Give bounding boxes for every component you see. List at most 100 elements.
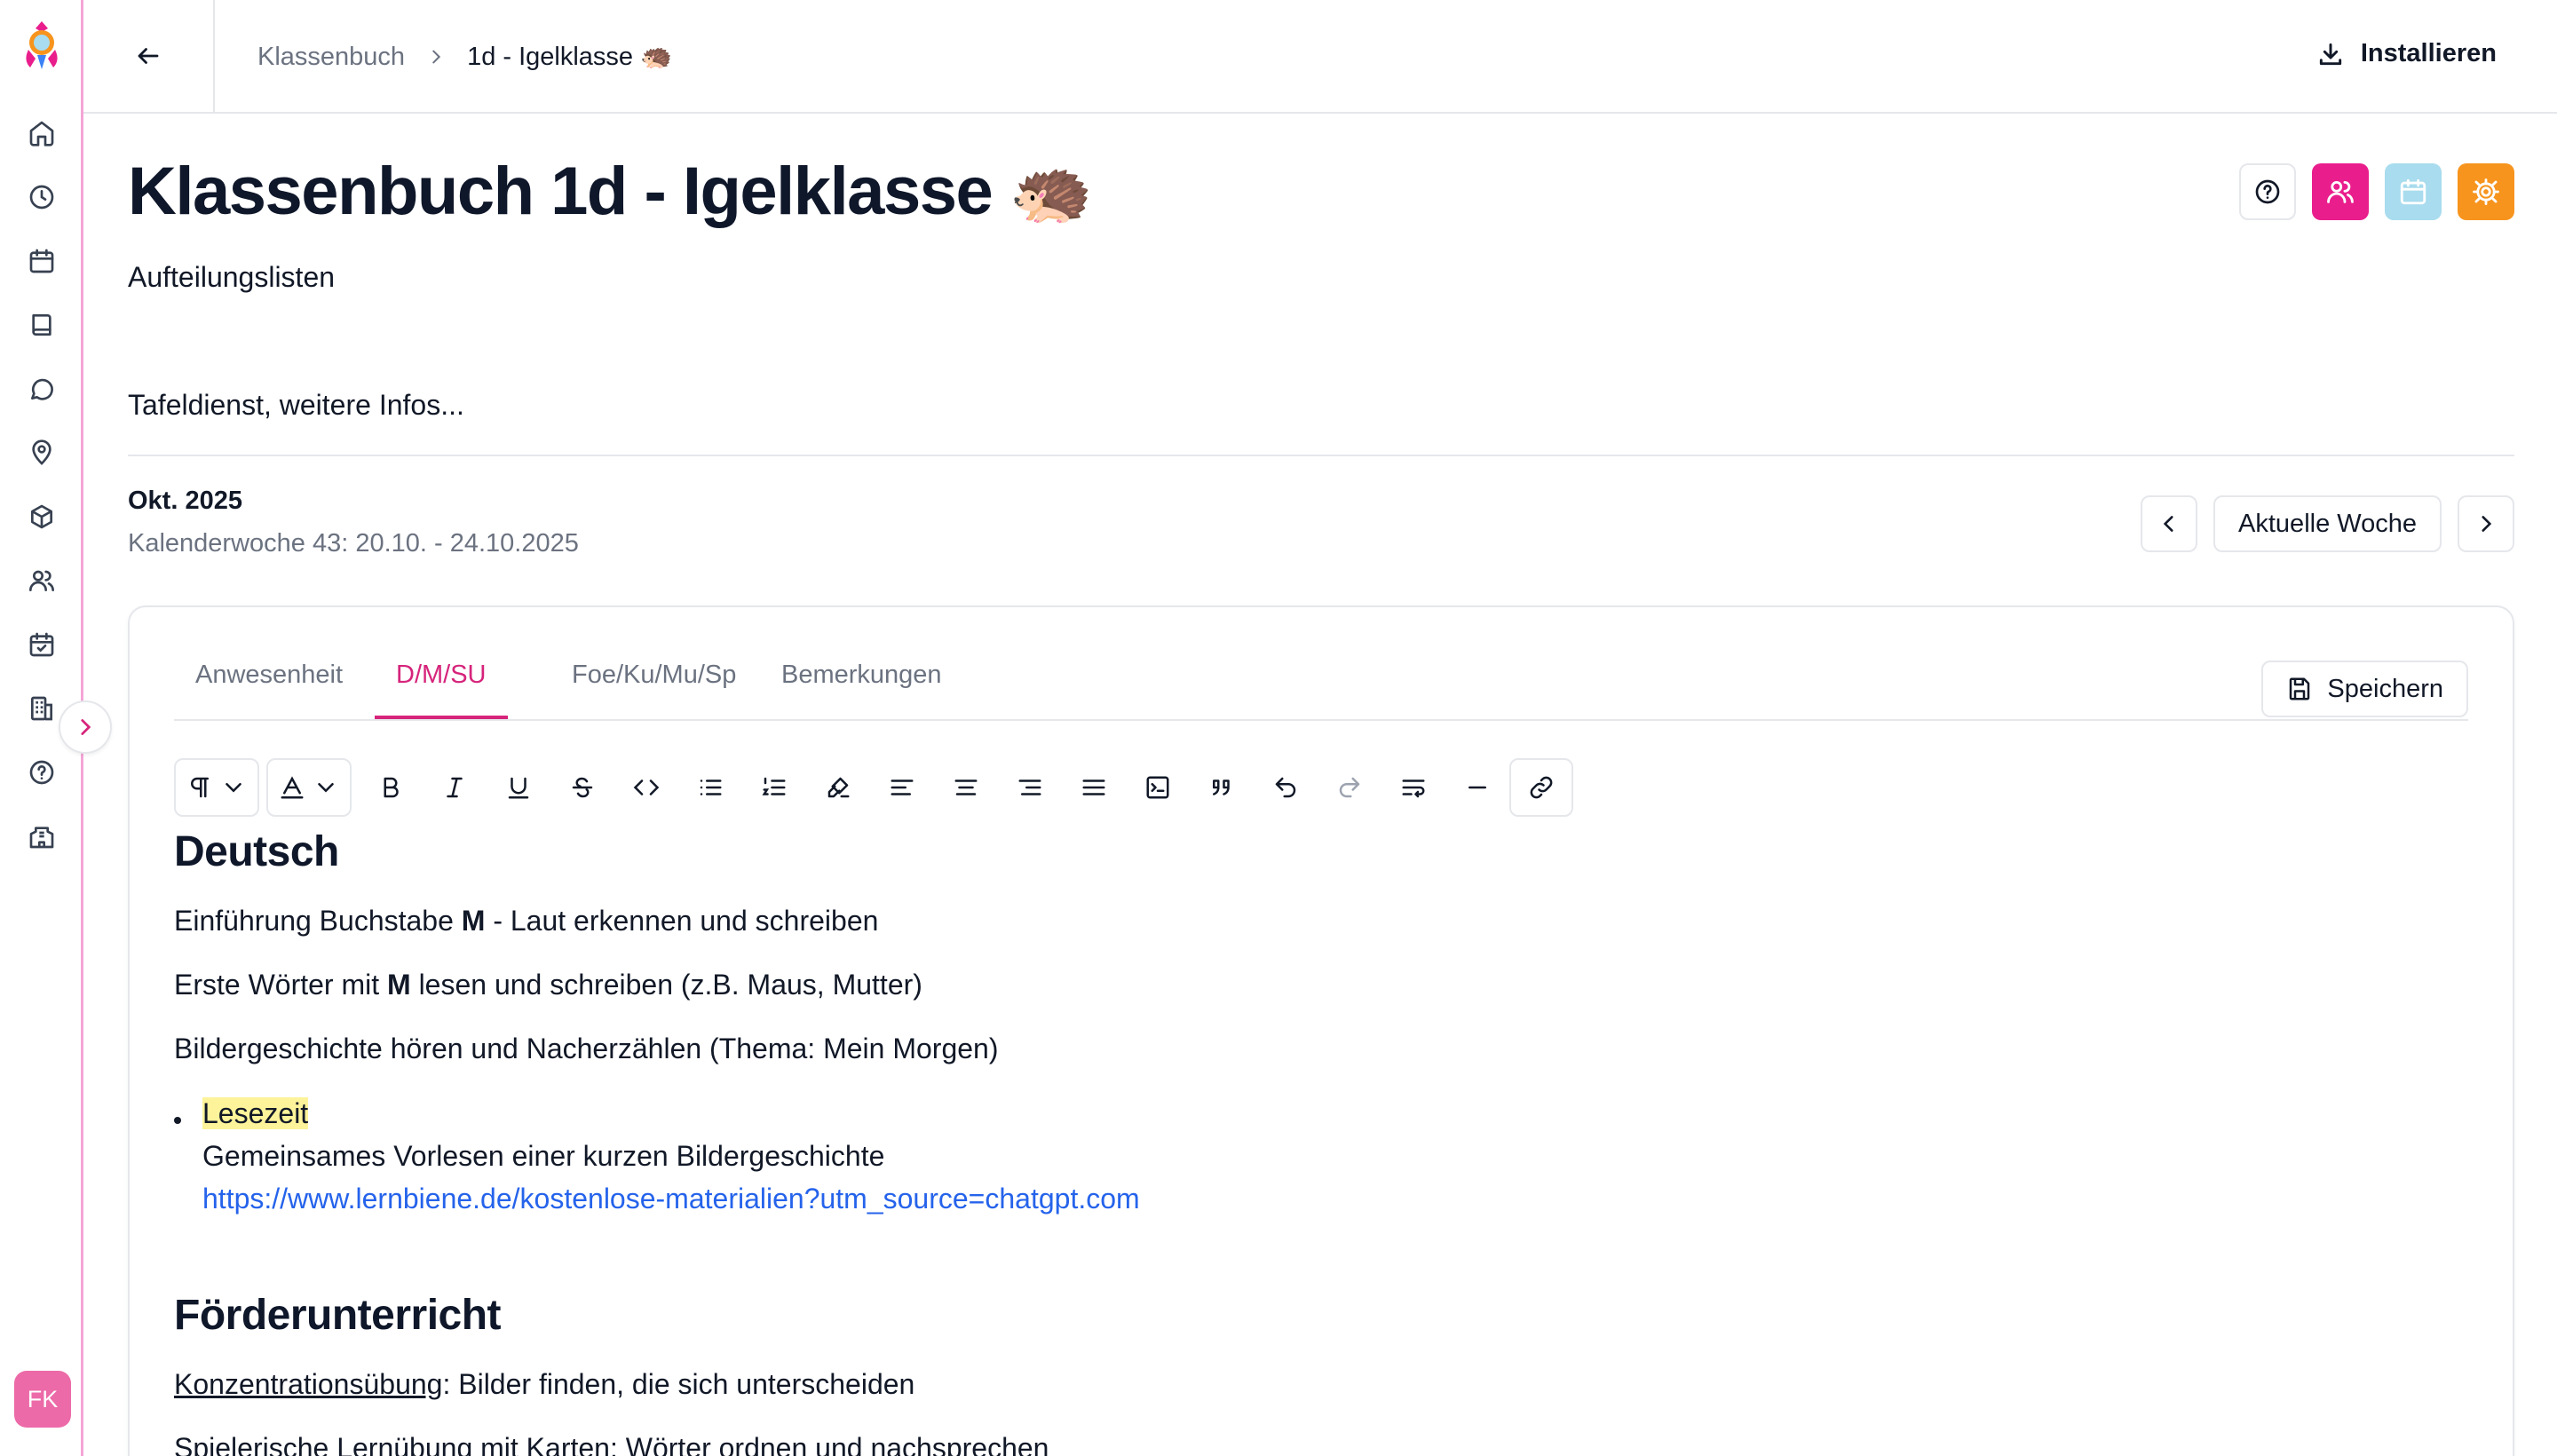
ordered-list-icon — [762, 777, 786, 795]
back-button[interactable] — [83, 0, 215, 112]
list-item: Lesezeit Gemeinsames Vorlesen einer kurz… — [202, 1092, 1140, 1220]
clock-icon[interactable] — [26, 181, 58, 213]
students-button[interactable] — [2312, 163, 2369, 220]
user-avatar[interactable]: FK — [14, 1371, 71, 1428]
undo-button[interactable] — [1254, 758, 1318, 817]
class-info: Tafeldienst, weitere Infos... — [128, 389, 464, 421]
wrap-icon — [1402, 779, 1425, 798]
code-icon — [633, 779, 660, 795]
save-button[interactable]: Speichern — [2261, 661, 2468, 717]
install-button[interactable]: Installieren — [2316, 39, 2497, 68]
align-center-button[interactable] — [934, 758, 998, 817]
quote-button[interactable] — [1190, 758, 1254, 817]
code-block-button[interactable] — [1126, 758, 1190, 817]
current-week-button[interactable]: Aktuelle Woche — [2213, 495, 2442, 552]
bullet-list-icon — [700, 779, 722, 795]
help-icon — [2255, 179, 2280, 204]
ordered-list-button[interactable] — [742, 758, 806, 817]
calendar-icon — [2400, 178, 2426, 205]
page-title: Klassenbuch 1d - Igelklasse 🦔 — [128, 154, 1094, 229]
align-right-button[interactable] — [998, 758, 1062, 817]
wrap-button[interactable] — [1381, 758, 1445, 817]
settings-button[interactable] — [2458, 163, 2514, 220]
code-button[interactable] — [614, 758, 678, 817]
paragraph: Spielerische Lernübung mit Karten: Wörte… — [174, 1432, 1049, 1456]
align-justify-icon — [1082, 779, 1105, 795]
previous-week-button[interactable] — [2141, 495, 2198, 552]
week-range: Kalenderwoche 43: 20.10. - 24.10.2025 — [128, 529, 579, 558]
align-left-button[interactable] — [870, 758, 934, 817]
tab-anwesenheit[interactable]: Anwesenheit — [195, 643, 343, 719]
link-button[interactable] — [1509, 758, 1573, 817]
month-label: Okt. 2025 — [128, 487, 242, 515]
highlighter-icon — [827, 777, 850, 798]
paragraph-icon — [191, 777, 209, 798]
chevron-down-icon — [226, 783, 241, 793]
section-heading-foerderunterricht: Förderunterricht — [174, 1292, 502, 1339]
breadcrumb-current: 1d - Igelklasse 🦔 — [467, 43, 673, 71]
breadcrumb: Klassenbuch 1d - Igelklasse 🦔 — [257, 39, 672, 75]
app-logo[interactable] — [20, 20, 64, 71]
download-icon — [2319, 43, 2342, 65]
underline-button[interactable] — [487, 758, 550, 817]
bullet-dot — [174, 1117, 181, 1124]
list-item-text: Gemeinsames Vorlesen einer kurzen Bilder… — [202, 1140, 885, 1172]
paragraph-style-select[interactable] — [174, 758, 259, 817]
users-icon[interactable] — [26, 565, 58, 597]
tab-d-m-su[interactable]: D/M/SU — [375, 643, 508, 719]
next-week-button[interactable] — [2458, 495, 2514, 552]
help-icon[interactable] — [26, 756, 58, 788]
chat-icon[interactable] — [26, 373, 58, 405]
align-right-icon — [1018, 779, 1041, 795]
chevron-right-icon — [2482, 516, 2492, 532]
undo-icon — [1275, 777, 1296, 798]
italic-icon — [447, 777, 463, 798]
italic-button[interactable] — [423, 758, 487, 817]
paragraph: Erste Wörter mit M lesen und schreiben (… — [174, 969, 922, 1001]
bold-icon — [384, 777, 399, 798]
code-block-icon — [1146, 776, 1169, 799]
redo-button[interactable] — [1318, 758, 1381, 817]
strikethrough-button[interactable] — [550, 758, 614, 817]
breadcrumb-root[interactable]: Klassenbuch — [257, 43, 405, 72]
users-icon — [2327, 180, 2354, 203]
tab-bemerkungen[interactable]: Bemerkungen — [781, 643, 942, 719]
home-icon[interactable] — [26, 117, 58, 149]
align-justify-button[interactable] — [1062, 758, 1126, 817]
highlighter-button[interactable] — [806, 758, 870, 817]
align-center-icon — [954, 779, 978, 795]
quote-icon — [1213, 779, 1230, 795]
box-icon[interactable] — [26, 501, 58, 533]
bullet-list-button[interactable] — [678, 758, 742, 817]
subtitle: Aufteilungslisten — [128, 261, 336, 293]
sidebar-expand-button[interactable] — [59, 700, 112, 754]
section-heading-deutsch: Deutsch — [174, 828, 339, 875]
text-color-select[interactable] — [266, 758, 352, 817]
tab-foe-ku-mu-sp[interactable]: Foe/Ku/Mu/Sp — [572, 643, 736, 719]
text-color-icon — [281, 776, 304, 799]
week-navigation: Aktuelle Woche — [2141, 495, 2514, 552]
divider — [128, 455, 2514, 456]
bold-button[interactable] — [359, 758, 423, 817]
horizontal-rule-button[interactable] — [1445, 758, 1509, 817]
map-pin-icon[interactable] — [26, 437, 58, 469]
help-button[interactable] — [2239, 163, 2296, 220]
gear-icon — [2473, 178, 2499, 205]
underline-icon — [508, 777, 529, 799]
calendar-icon[interactable] — [26, 245, 58, 277]
redo-icon — [1339, 777, 1360, 798]
chevron-left-icon — [2163, 516, 2173, 532]
school-icon[interactable] — [26, 820, 58, 852]
calendar-button[interactable] — [2385, 163, 2442, 220]
building-icon[interactable] — [26, 692, 58, 724]
highlighted-text: Lesezeit — [202, 1097, 309, 1129]
paragraph: Konzentrationsübung: Bilder finden, die … — [174, 1368, 915, 1400]
chevron-right-icon — [426, 47, 446, 67]
resource-link[interactable]: https://www.lernbiene.de/kostenlose-mate… — [202, 1177, 1140, 1220]
tab-bar: Anwesenheit D/M/SU Foe/Ku/Mu/Sp Bemerkun… — [174, 643, 2468, 721]
calendar-check-icon[interactable] — [26, 629, 58, 661]
chevron-down-icon — [318, 783, 334, 793]
paragraph: Einführung Buchstabe M - Laut erkennen u… — [174, 905, 879, 937]
book-icon[interactable] — [26, 309, 58, 341]
editor-toolbar — [174, 756, 1573, 819]
